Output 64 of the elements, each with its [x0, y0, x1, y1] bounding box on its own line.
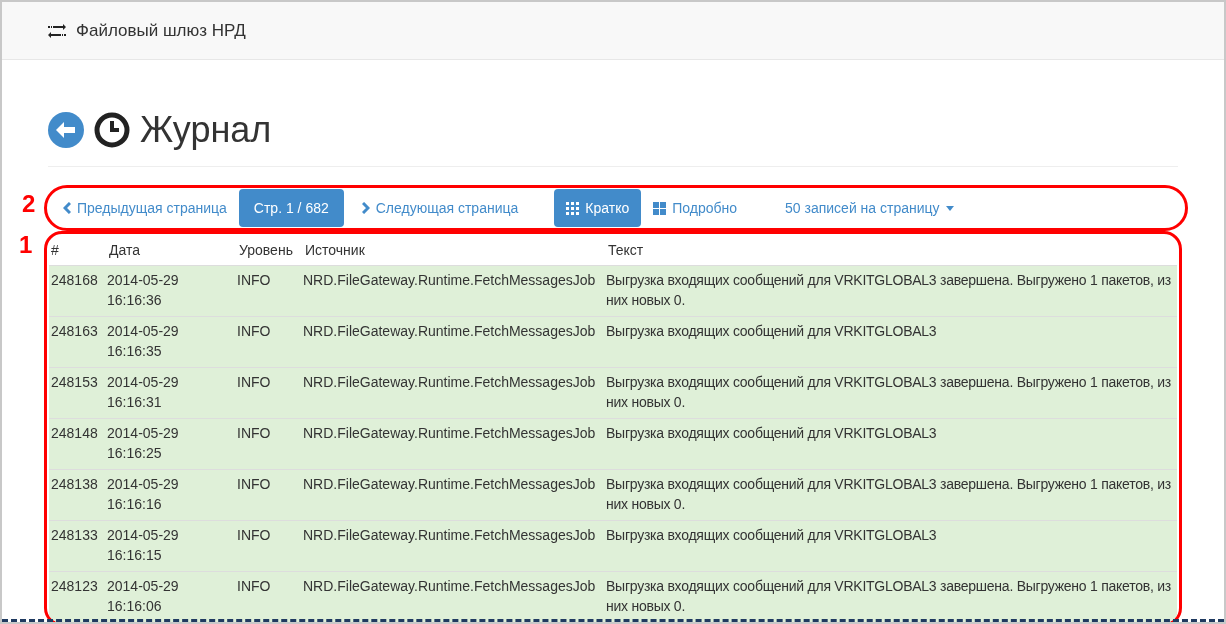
tiles-icon: [653, 201, 667, 215]
table-cell-text: 248148: [50, 424, 99, 443]
previous-page-button[interactable]: Предыдущая страница: [51, 189, 239, 227]
time-text: 16:16:06: [107, 597, 163, 616]
date-text: 2014-05-29: [107, 526, 180, 545]
view-mode-tab[interactable]: Подробно: [641, 189, 750, 227]
exchange-icon: [48, 23, 66, 38]
table-cell-text: 248138: [50, 475, 99, 494]
time-text: 16:16:36: [107, 291, 163, 310]
table-cell-text: 248163: [50, 322, 99, 341]
table-cell-text: INFO: [237, 322, 272, 341]
date-text: 2014-05-29: [107, 373, 180, 392]
page-title: Журнал: [140, 110, 272, 150]
time-text: 16:16:15: [107, 546, 163, 565]
column-header: Источник: [304, 241, 366, 260]
table-cell-text: Выгрузка входящих сообщений для VRKITGLOBAL3 завершена. Выгружено 1 пакетов, из них новых 0.: [606, 577, 1172, 616]
caret-icon: [945, 205, 954, 211]
table-cell-text: Выгрузка входящих сообщений для VRKITGLOBAL3 завершена. Выгружено 1 пакетов, из них новых 0.: [606, 373, 1172, 412]
table-cell-text: 248123: [50, 577, 99, 596]
column-header: Уровень: [238, 241, 294, 260]
page-size-dropdown[interactable]: 50 записей на страницу: [785, 189, 954, 227]
table-cell-text: INFO: [237, 424, 272, 443]
column-header: Текст: [607, 241, 645, 260]
time-text: 16:16:25: [107, 444, 163, 463]
column-header: #: [50, 241, 60, 260]
table-cell-text: Выгрузка входящих сообщений для VRKITGLOBAL3 завершена. Выгружено 1 пакетов, из них новых 0.: [606, 271, 1172, 310]
chevron-left-icon: [63, 202, 71, 214]
table-cell-text: INFO: [237, 475, 272, 494]
column-header: Дата: [108, 241, 141, 260]
table-cell-text: NRD.FileGateway.Runtime.FetchMessagesJob: [303, 373, 597, 392]
table-cell-text: INFO: [237, 373, 272, 392]
next-page-button[interactable]: Следующая страница: [343, 189, 537, 227]
time-text: 16:16:16: [107, 495, 163, 514]
grid-icon: [566, 201, 580, 215]
table-cell-text: INFO: [237, 526, 272, 545]
table-cell-text: NRD.FileGateway.Runtime.FetchMessagesJob: [303, 424, 597, 443]
clock-icon: [94, 112, 130, 148]
table-cell-text: 248133: [50, 526, 99, 545]
date-text: 2014-05-29: [107, 475, 180, 494]
callout-number: 1: [19, 233, 33, 257]
table-cell-text: NRD.FileGateway.Runtime.FetchMessagesJob: [303, 271, 597, 290]
brand-link[interactable]: Файловый шлюз НРД: [76, 17, 246, 44]
view-mode-tab[interactable]: Кратко: [554, 189, 642, 227]
time-text: 16:16:35: [107, 342, 163, 361]
table-cell-text: Выгрузка входящих сообщений для VRKITGLOBAL3 завершена. Выгружено 1 пакетов, из них новых 0.: [606, 475, 1172, 514]
table-cell-text: Выгрузка входящих сообщений для VRKITGLOBAL3: [606, 526, 938, 545]
table-cell-text: NRD.FileGateway.Runtime.FetchMessagesJob: [303, 577, 597, 596]
date-text: 2014-05-29: [107, 577, 180, 596]
table-cell-text: NRD.FileGateway.Runtime.FetchMessagesJob: [303, 526, 597, 545]
table-cell-text: INFO: [237, 271, 272, 290]
chevron-right-icon: [361, 202, 370, 214]
table-cell-text: 248168: [50, 271, 99, 290]
table-cell-text: NRD.FileGateway.Runtime.FetchMessagesJob: [303, 475, 597, 494]
table-cell-text: NRD.FileGateway.Runtime.FetchMessagesJob: [303, 322, 597, 341]
table-cell-text: INFO: [237, 577, 272, 596]
date-text: 2014-05-29: [107, 271, 180, 290]
page-indicator-button[interactable]: Стр. 1 / 682: [238, 189, 344, 227]
table-cell-text: Выгрузка входящих сообщений для VRKITGLOBAL3: [606, 424, 938, 443]
time-text: 16:16:31: [107, 393, 163, 412]
callout-number: 2: [22, 192, 36, 216]
table-cell-text: Выгрузка входящих сообщений для VRKITGLOBAL3: [606, 322, 938, 341]
table-cell-text: 248153: [50, 373, 99, 392]
date-text: 2014-05-29: [107, 322, 180, 341]
date-text: 2014-05-29: [107, 424, 180, 443]
